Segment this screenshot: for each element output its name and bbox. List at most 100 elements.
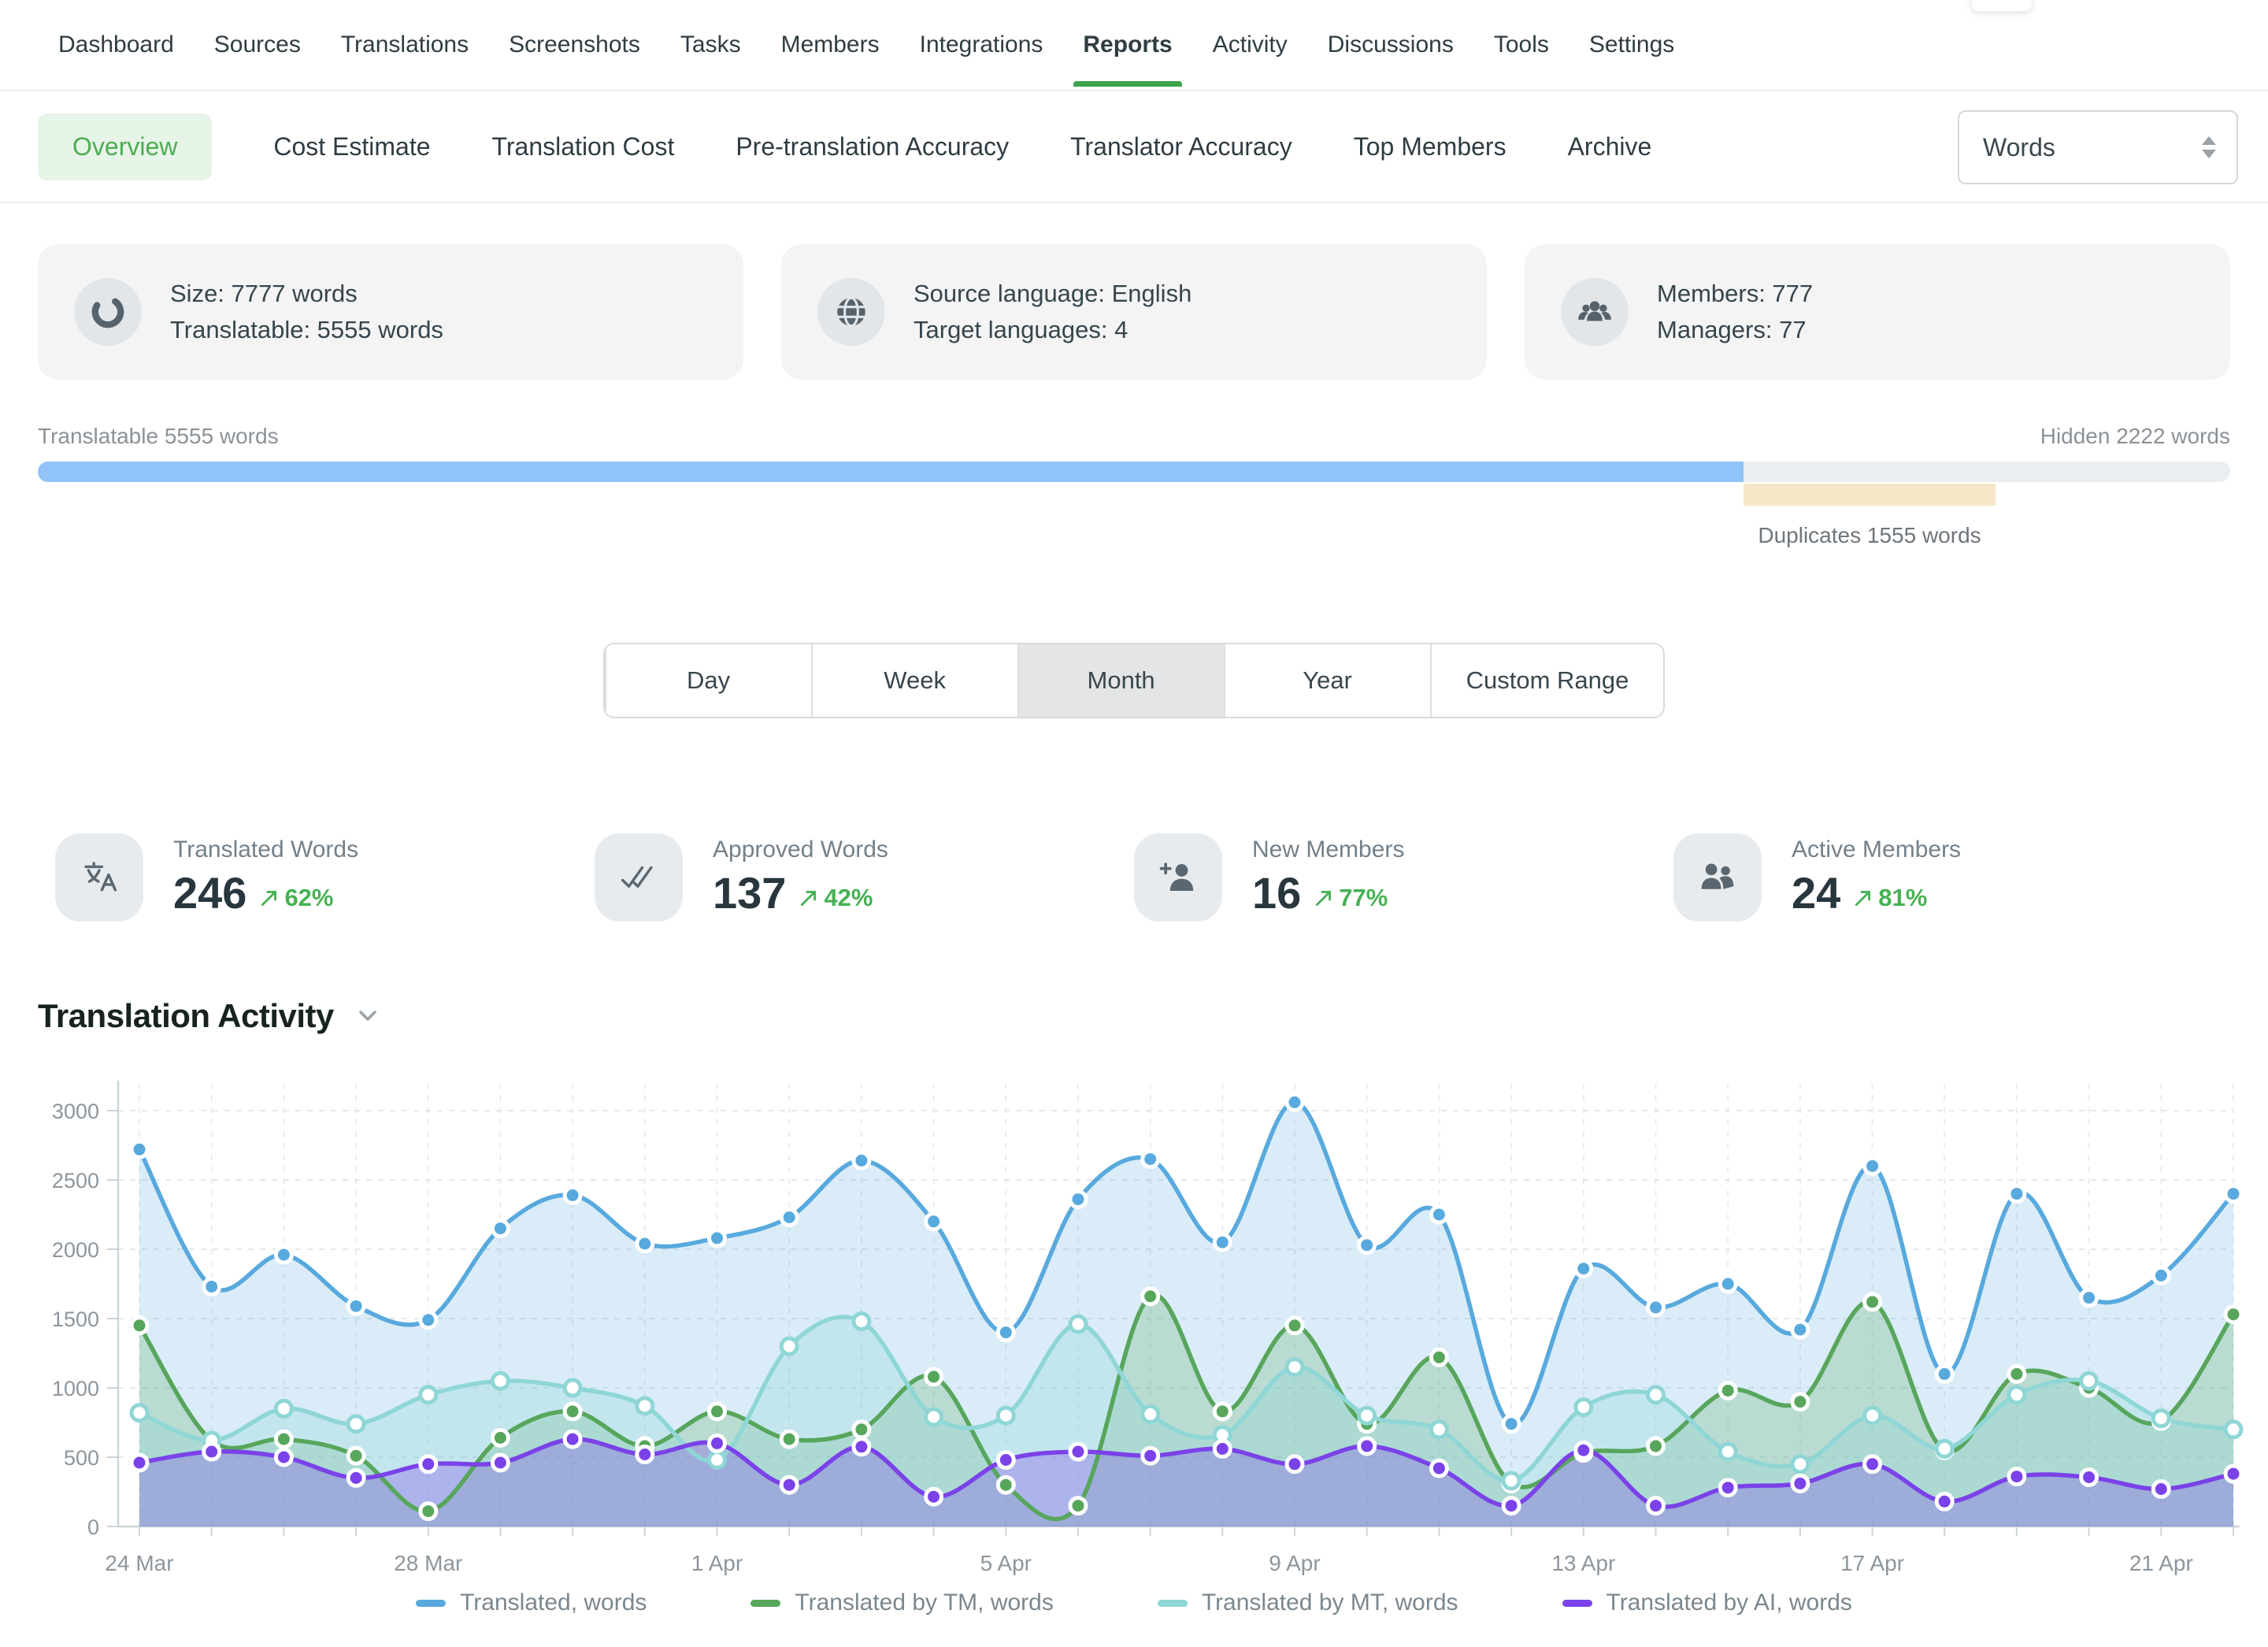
- svg-text:2000: 2000: [52, 1238, 99, 1262]
- report-tab[interactable]: Cost Estimate: [273, 132, 430, 161]
- nav-item[interactable]: Integrations: [918, 5, 1045, 85]
- chart-legend: Translated, words Translated by TM, word…: [0, 1590, 2268, 1616]
- trend-up-icon: [1314, 888, 1334, 908]
- size-line: Size: 7777 words: [170, 276, 443, 312]
- svg-text:0: 0: [87, 1515, 99, 1539]
- duplicates-label: Duplicates 1555 words: [1744, 523, 1996, 548]
- kpi-value: 24: [1792, 871, 1840, 915]
- kpi-value: 137: [713, 871, 786, 915]
- section-title: Translation Activity: [38, 997, 334, 1035]
- nav-item[interactable]: Activity: [1211, 5, 1289, 85]
- svg-text:3000: 3000: [52, 1100, 99, 1123]
- target-languages-line: Target languages: 4: [914, 312, 1191, 348]
- svg-text:2500: 2500: [52, 1169, 99, 1193]
- period-option[interactable]: Year: [1224, 644, 1430, 717]
- period-option[interactable]: Month: [1017, 644, 1224, 717]
- kpi-row: Translated Words 246 62% Approved Words: [0, 833, 2268, 922]
- size-card: Size: 7777 words Translatable: 5555 word…: [38, 244, 743, 380]
- period-selector: DayWeekMonthYearCustom Range: [605, 644, 1664, 717]
- words-breakdown: Translatable 5555 words Hidden 2222 word…: [0, 380, 2268, 569]
- kpi-translated-words: Translated Words 246 62%: [55, 833, 595, 922]
- period-option[interactable]: Day: [605, 644, 811, 717]
- report-tab[interactable]: Top Members: [1354, 132, 1506, 161]
- managers-line: Managers: 77: [1657, 312, 1813, 348]
- legend-marker: [1562, 1600, 1592, 1607]
- translatable-bar: [38, 462, 1744, 482]
- translation-activity-chart: 05001000150020002500300024 Mar28 Mar1 Ap…: [0, 1070, 2268, 1586]
- report-tabs-bar: Overview Cost Estimate Translation Cost Pre…: [0, 91, 2268, 203]
- translate-icon: [55, 833, 143, 922]
- globe-icon: [817, 278, 885, 346]
- kpi-value: 246: [173, 871, 246, 915]
- kpi-delta: 77%: [1314, 884, 1388, 915]
- translatable-label: Translatable 5555 words: [38, 424, 279, 449]
- nav-item[interactable]: Sources: [213, 5, 302, 85]
- kpi-label: Active Members: [1792, 836, 1961, 863]
- legend-marker: [1158, 1600, 1188, 1607]
- legend-marker: [416, 1600, 446, 1607]
- svg-text:24 Mar: 24 Mar: [105, 1551, 173, 1575]
- kpi-active-members: Active Members 24 81%: [1673, 833, 2213, 922]
- chevron-down-icon[interactable]: [356, 1008, 380, 1024]
- source-language-line: Source language: English: [914, 276, 1191, 312]
- nav-item[interactable]: Tasks: [679, 5, 743, 85]
- svg-text:17 Apr: 17 Apr: [1840, 1551, 1904, 1575]
- unit-select[interactable]: Words: [1958, 110, 2238, 184]
- svg-text:21 Apr: 21 Apr: [2129, 1551, 2193, 1575]
- svg-text:5 Apr: 5 Apr: [980, 1551, 1032, 1575]
- svg-text:1500: 1500: [52, 1308, 99, 1331]
- svg-text:500: 500: [64, 1446, 99, 1470]
- progress-ring-icon: [74, 278, 142, 346]
- legend-item[interactable]: Translated by TM, words: [750, 1590, 1053, 1616]
- period-option[interactable]: Week: [811, 644, 1017, 717]
- kpi-label: Approved Words: [713, 836, 888, 863]
- nav-item[interactable]: Discussions: [1326, 5, 1455, 85]
- svg-text:1 Apr: 1 Apr: [691, 1551, 743, 1575]
- report-tab[interactable]: Translator Accuracy: [1070, 132, 1292, 161]
- members-line: Members: 777: [1657, 276, 1813, 312]
- report-tab[interactable]: Pre-translation Accuracy: [736, 132, 1009, 161]
- main-nav: Dashboard Sources Translations Screenshots T…: [0, 0, 2268, 91]
- duplicates-bar: [1744, 484, 1996, 506]
- nav-item[interactable]: Reports: [1081, 5, 1173, 85]
- members-group-icon: [1561, 278, 1629, 346]
- unit-select-value: Words: [1983, 133, 2055, 162]
- reports-page: Dashboard Sources Translations Screenshots T…: [0, 0, 2268, 1647]
- period-option[interactable]: Custom Range: [1430, 644, 1664, 717]
- nav-item[interactable]: Tools: [1492, 5, 1551, 85]
- report-tab[interactable]: Overview: [38, 113, 212, 180]
- trend-up-icon: [799, 888, 819, 908]
- select-arrows-icon: [2202, 136, 2216, 158]
- nav-item[interactable]: Members: [780, 5, 881, 85]
- report-tab[interactable]: Translation Cost: [492, 132, 675, 161]
- nav-item[interactable]: Screenshots: [507, 5, 642, 85]
- translation-activity-section: Translation Activity 0500100015002000250…: [0, 997, 2268, 1616]
- project-summary-cards: Size: 7777 words Translatable: 5555 word…: [0, 203, 2268, 380]
- hidden-label: Hidden 2222 words: [2040, 424, 2230, 449]
- kpi-approved-words: Approved Words 137 42%: [595, 833, 1134, 922]
- svg-text:9 Apr: 9 Apr: [1269, 1551, 1320, 1575]
- legend-item[interactable]: Translated, words: [416, 1590, 647, 1616]
- nav-item[interactable]: Dashboard: [57, 5, 176, 85]
- legend-item[interactable]: Translated by MT, words: [1158, 1590, 1458, 1616]
- svg-text:13 Apr: 13 Apr: [1551, 1551, 1615, 1575]
- kpi-delta: 81%: [1853, 884, 1927, 915]
- legend-marker: [750, 1600, 780, 1607]
- kpi-delta: 62%: [259, 884, 333, 915]
- nav-item[interactable]: Settings: [1588, 5, 1676, 85]
- legend-item[interactable]: Translated by AI, words: [1562, 1590, 1852, 1616]
- people-icon: [1673, 833, 1762, 922]
- report-tab[interactable]: Archive: [1568, 132, 1652, 161]
- kpi-label: New Members: [1252, 836, 1404, 863]
- members-card: Members: 777 Managers: 77: [1525, 244, 2230, 380]
- kpi-label: Translated Words: [173, 836, 358, 863]
- trend-up-icon: [1853, 888, 1873, 908]
- svg-text:28 Mar: 28 Mar: [394, 1551, 462, 1575]
- kpi-value: 16: [1252, 871, 1301, 915]
- kpi-new-members: New Members 16 77%: [1134, 833, 1673, 922]
- words-progress-track: [38, 462, 2230, 482]
- double-check-icon: [595, 833, 683, 922]
- person-add-icon: [1134, 833, 1222, 922]
- trend-up-icon: [259, 888, 280, 908]
- nav-item[interactable]: Translations: [339, 5, 470, 85]
